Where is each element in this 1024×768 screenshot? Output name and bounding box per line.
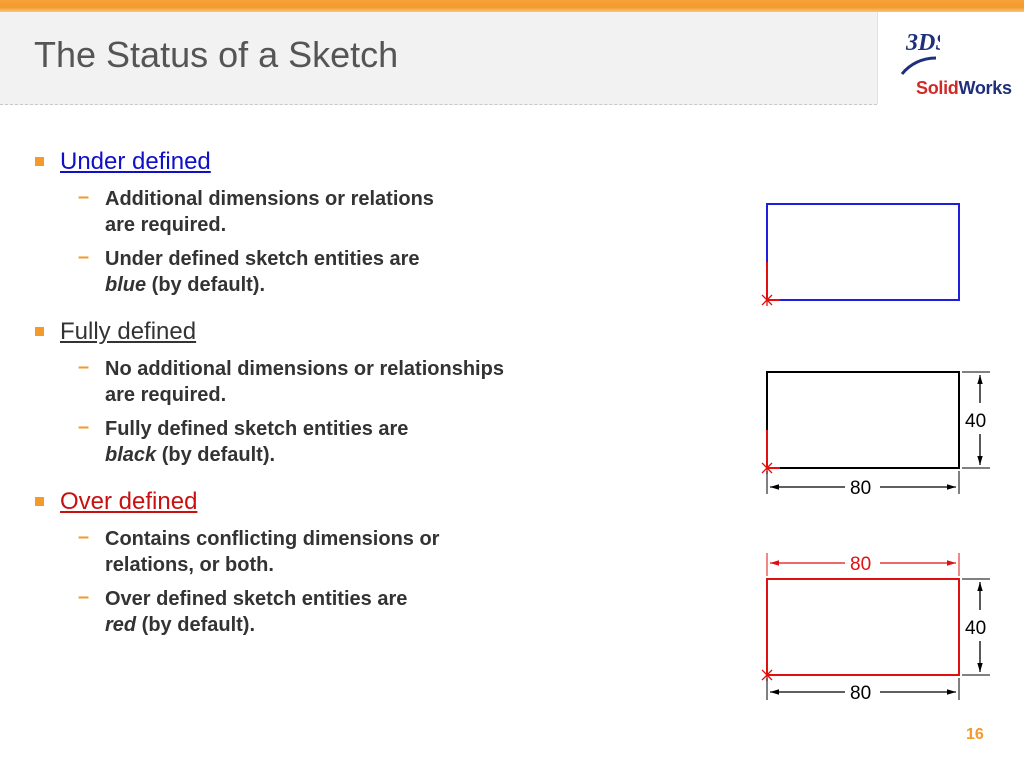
dimension-label-80-top: 80: [850, 554, 871, 575]
dimension-label-80-bottom: 80: [850, 683, 871, 704]
sketch-rect-red: [766, 578, 960, 676]
dimension-label-80: 80: [850, 478, 871, 499]
dimension-label-40: 40: [965, 411, 986, 432]
sketch-rect-black: [766, 371, 960, 469]
sketch-rect-blue: [766, 203, 960, 301]
sketch-diagrams: 40 80 80 40 80: [761, 203, 990, 704]
over-defined-sketch: 80 40 80: [761, 553, 990, 704]
page-number: 16: [966, 726, 984, 743]
dimension-label-40: 40: [965, 618, 986, 639]
under-defined-sketch: [761, 203, 960, 306]
fully-defined-sketch: 40 80: [761, 371, 990, 499]
